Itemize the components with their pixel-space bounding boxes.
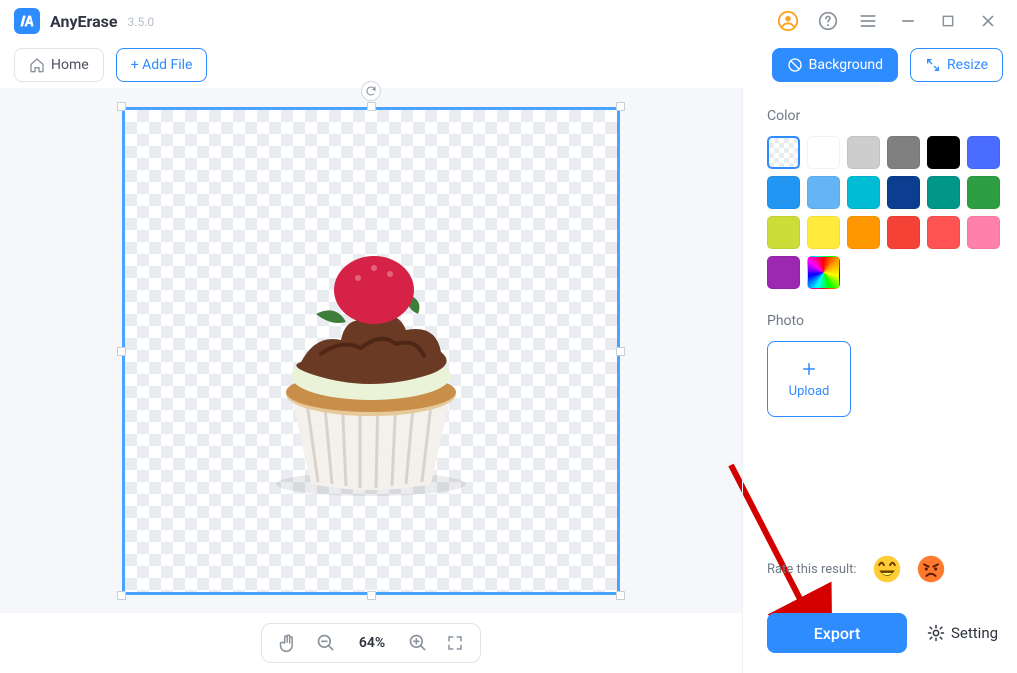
color-swatch-16[interactable]	[927, 216, 960, 249]
rate-good-icon[interactable]	[873, 555, 901, 583]
color-swatch-3[interactable]	[887, 136, 920, 169]
account-icon[interactable]	[773, 6, 803, 36]
rate-row: Rate this result:	[767, 555, 993, 583]
app-logo	[14, 8, 40, 34]
canvas-border	[122, 107, 620, 595]
upload-label: Upload	[789, 384, 830, 399]
color-swatch-0[interactable]	[767, 136, 800, 169]
color-swatch-18[interactable]	[767, 256, 800, 289]
rate-bad-icon[interactable]	[917, 555, 945, 583]
action-row: Export Setting	[767, 613, 993, 653]
color-swatch-4[interactable]	[927, 136, 960, 169]
background-label: Background	[809, 57, 883, 73]
rate-label: Rate this result:	[767, 562, 857, 577]
color-swatch-1[interactable]	[807, 136, 840, 169]
app-version: 3.5.0	[128, 15, 155, 29]
plus-icon	[800, 360, 818, 378]
rotate-handle[interactable]	[361, 81, 381, 101]
resize-handle-sw[interactable]	[117, 591, 126, 600]
color-swatch-2[interactable]	[847, 136, 880, 169]
color-swatch-10[interactable]	[927, 176, 960, 209]
toolbar: Home + Add File Background Resize	[0, 42, 1017, 88]
color-swatch-15[interactable]	[887, 216, 920, 249]
setting-button[interactable]: Setting	[927, 624, 998, 642]
zoom-out-icon[interactable]	[316, 633, 336, 653]
resize-handle-ne[interactable]	[616, 102, 625, 111]
resize-handle-s[interactable]	[367, 591, 376, 600]
resize-button[interactable]: Resize	[910, 48, 1003, 82]
home-button[interactable]: Home	[14, 48, 104, 82]
color-swatch-9[interactable]	[887, 176, 920, 209]
zoom-bar: 64%	[0, 613, 742, 673]
resize-handle-se[interactable]	[616, 591, 625, 600]
upload-photo-button[interactable]: Upload	[767, 341, 851, 417]
color-swatch-19[interactable]	[807, 256, 840, 289]
minimize-icon[interactable]	[893, 6, 923, 36]
color-swatches	[767, 136, 993, 289]
pan-tool-icon[interactable]	[278, 633, 298, 653]
export-button[interactable]: Export	[767, 613, 907, 653]
color-swatch-13[interactable]	[807, 216, 840, 249]
background-button[interactable]: Background	[772, 48, 898, 82]
gear-icon	[927, 624, 945, 642]
color-swatch-11[interactable]	[967, 176, 1000, 209]
close-icon[interactable]	[973, 6, 1003, 36]
menu-icon[interactable]	[853, 6, 883, 36]
resize-handle-n[interactable]	[367, 102, 376, 111]
color-swatch-8[interactable]	[847, 176, 880, 209]
zoom-controls: 64%	[261, 623, 481, 663]
maximize-icon[interactable]	[933, 6, 963, 36]
color-swatch-7[interactable]	[807, 176, 840, 209]
color-swatch-6[interactable]	[767, 176, 800, 209]
canvas-area	[0, 88, 742, 613]
app-name: AnyErase	[50, 12, 118, 31]
color-swatch-14[interactable]	[847, 216, 880, 249]
color-swatch-12[interactable]	[767, 216, 800, 249]
photo-section-title: Photo	[767, 313, 993, 329]
add-file-label: + Add File	[131, 57, 193, 73]
resize-handle-e[interactable]	[616, 347, 625, 356]
side-panel: Color Photo Upload Rate this result: Ex	[742, 88, 1017, 673]
resize-handle-nw[interactable]	[117, 102, 126, 111]
fullscreen-icon[interactable]	[446, 634, 464, 652]
resize-label: Resize	[947, 57, 988, 73]
color-section-title: Color	[767, 108, 993, 124]
help-icon[interactable]	[813, 6, 843, 36]
transparent-background	[125, 110, 617, 592]
home-label: Home	[51, 57, 89, 73]
color-swatch-17[interactable]	[967, 216, 1000, 249]
resize-handle-w[interactable]	[117, 347, 126, 356]
zoom-in-icon[interactable]	[408, 633, 428, 653]
title-bar: AnyErase 3.5.0	[0, 0, 1017, 42]
setting-label: Setting	[951, 624, 998, 642]
add-file-button[interactable]: + Add File	[116, 48, 208, 82]
zoom-value: 64%	[354, 635, 390, 651]
export-label: Export	[814, 624, 861, 643]
color-swatch-5[interactable]	[967, 136, 1000, 169]
canvas-selection[interactable]	[122, 107, 620, 595]
